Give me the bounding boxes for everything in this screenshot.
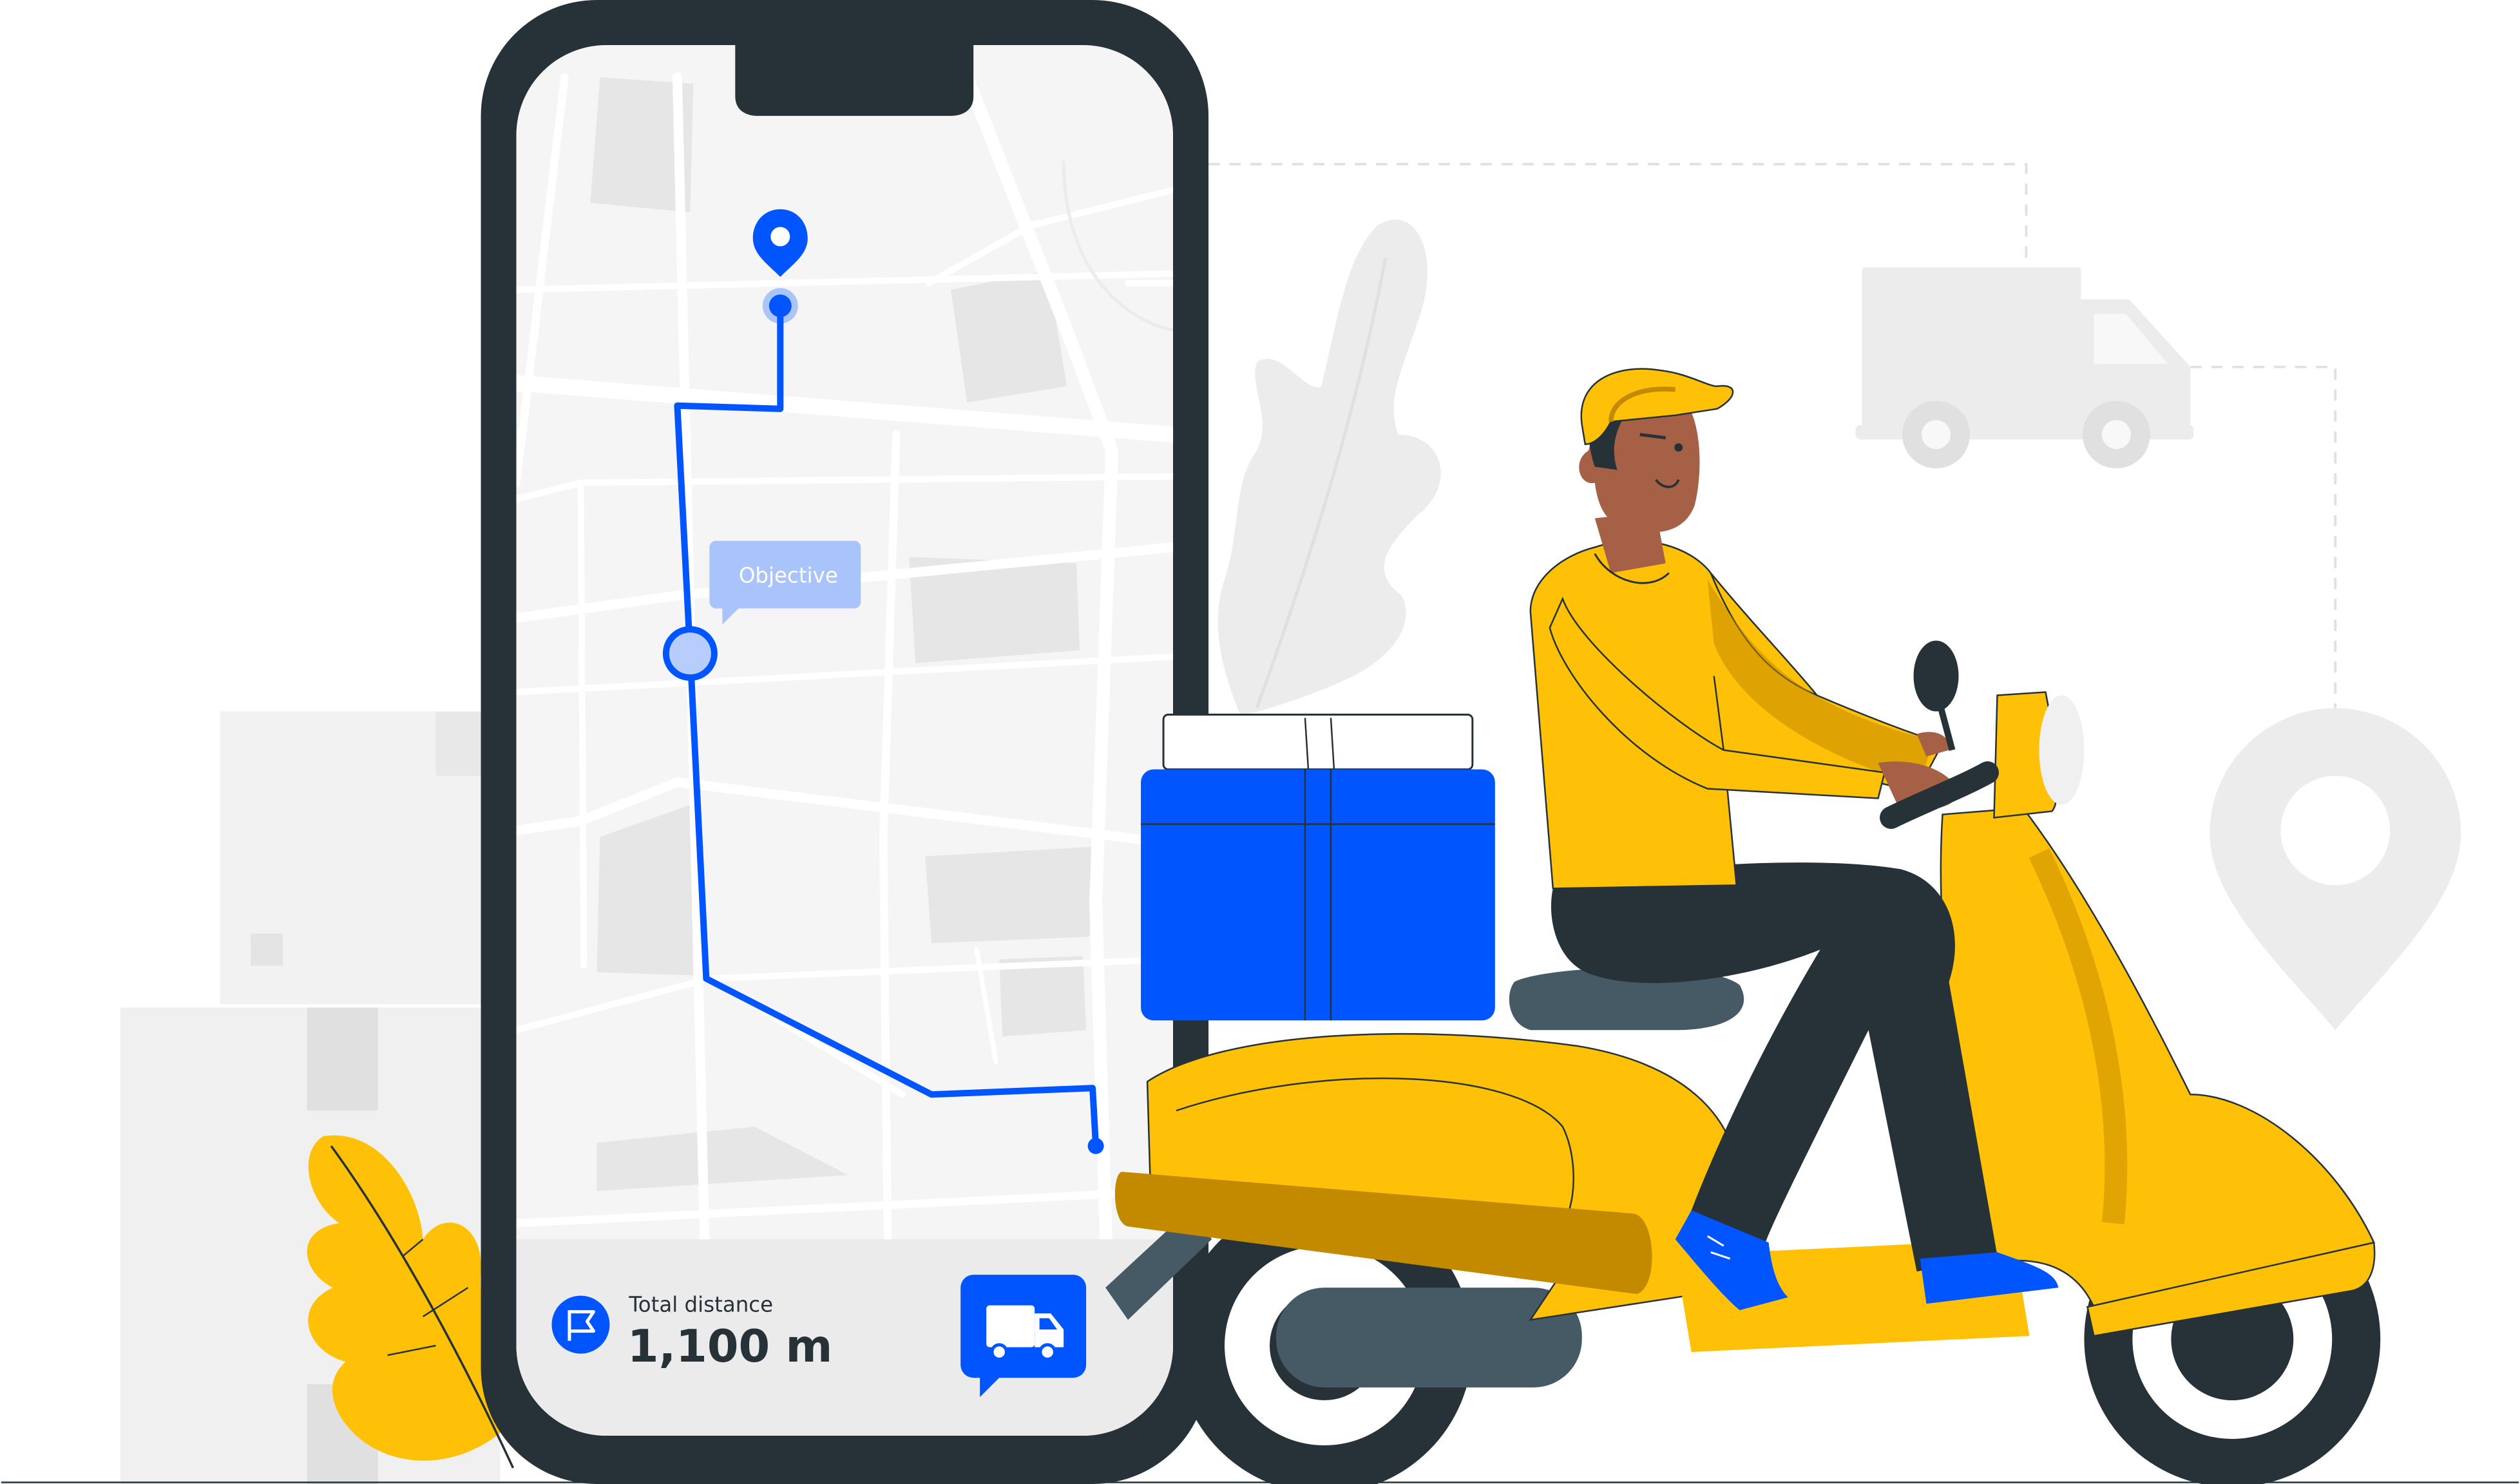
mirror: [1913, 640, 1959, 712]
total-distance-value: 1,100 m: [627, 1320, 833, 1373]
rider-torso: [1529, 540, 1944, 889]
background-leaf: [1217, 219, 1441, 717]
delivery-illustration: Objective Total distance 1,100 m: [1, 0, 2519, 1484]
background-pin-icon: [2210, 708, 2461, 1031]
current-position-marker: [662, 626, 718, 681]
phone: Objective Total distance 1,100 m: [481, 0, 1209, 1484]
objective-label: Objective: [739, 564, 838, 588]
delivery-box: [1141, 714, 1495, 1021]
distance-panel: Total distance 1,100 m: [516, 1239, 1174, 1436]
phone-notch: [735, 44, 974, 116]
flag-icon: [551, 1295, 610, 1354]
background-truck-icon: [1855, 267, 2194, 469]
map-screen[interactable]: Objective Total distance 1,100 m: [516, 44, 1174, 1449]
route-start-dot: [1087, 1137, 1104, 1154]
route-end-dot: [768, 294, 792, 318]
exhaust: [1275, 1288, 1582, 1388]
total-distance-title: Total distance: [628, 1293, 773, 1317]
